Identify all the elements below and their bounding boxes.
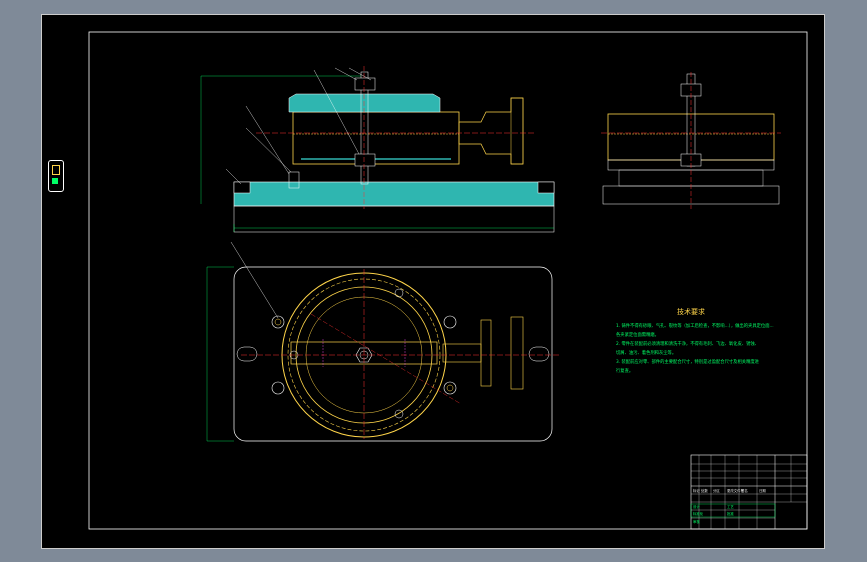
drawing-frame <box>88 31 808 530</box>
pressure-plate <box>288 93 441 113</box>
tech-line-2: 各夹紧定位面需精磨。 <box>616 331 659 338</box>
tech-line-1: 1. 铸件不得有砂眼、气孔、裂纹等（加工后检查，不影响...），做出的夹具定位面… <box>616 322 774 329</box>
tb-label-3: 分区 <box>713 488 720 493</box>
base-plate <box>233 181 555 207</box>
tb-bottom-3: 审核 <box>693 519 700 524</box>
tb-bottom-2: 标准化 <box>693 511 704 516</box>
title-block: 标记 处数 分区 更改文件号 签名 日期 设计 标准化 审核 工艺 批准 <box>690 454 808 530</box>
tech-requirements: 技术要求 1. 铸件不得有砂眼、气孔、裂纹等（加工后检查，不影响...），做出的… <box>616 307 774 374</box>
drawing-svg: 技术要求 1. 铸件不得有砂眼、气孔、裂纹等（加工后检查，不影响...），做出的… <box>41 14 825 549</box>
front-view <box>200 66 555 233</box>
tech-line-4: 切屑、油污、着色剂和灰尘等。 <box>616 349 676 356</box>
tech-line-3: 2. 零件在装配前必须清理和清洗干净，不得有毛刺、飞边、氧化皮、锈蚀、 <box>616 340 759 347</box>
side-view <box>601 72 781 209</box>
tb-bottom-1: 设计 <box>693 504 700 509</box>
viewcube-icon[interactable] <box>48 160 64 192</box>
tech-requirements-title: 技术要求 <box>677 307 705 316</box>
top-view <box>206 241 561 442</box>
tb-label-1: 标记 <box>693 488 700 493</box>
tech-line-5: 3. 装配前应对零、部件的主要配合尺寸，特别是过盈配合尺寸及相关精度进 <box>616 358 760 365</box>
tb-bottom-5: 批准 <box>727 511 734 516</box>
drawing-canvas[interactable]: 技术要求 1. 铸件不得有砂眼、气孔、裂纹等（加工后检查，不影响...），做出的… <box>41 14 825 549</box>
tech-line-6: 行复查。 <box>616 367 633 374</box>
tb-label-2: 处数 <box>701 488 708 493</box>
tb-label-5: 签名 <box>741 488 748 493</box>
tb-label-6: 日期 <box>759 488 766 493</box>
clamp-body <box>292 111 460 165</box>
cad-viewport[interactable]: 技术要求 1. 铸件不得有砂眼、气孔、裂纹等（加工后检查，不影响...），做出的… <box>0 0 867 562</box>
tb-bottom-4: 工艺 <box>727 504 734 509</box>
